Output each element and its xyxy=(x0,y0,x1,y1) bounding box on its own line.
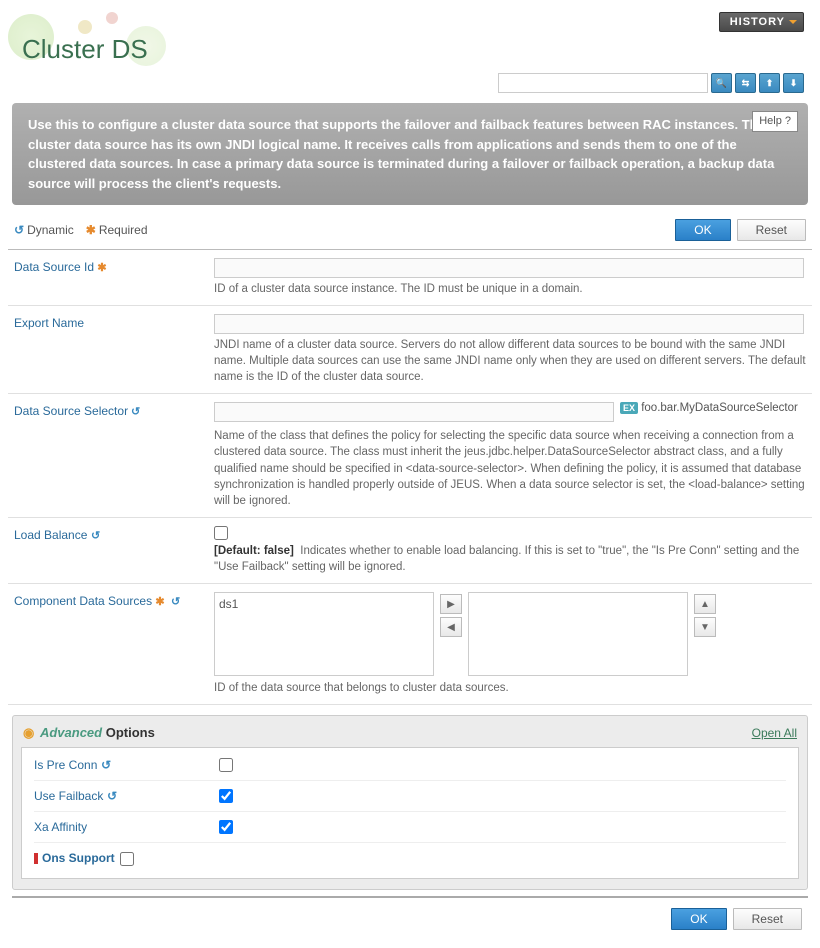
help-data-source-id: ID of a cluster data source instance. Th… xyxy=(214,281,806,297)
legend-required: ✱Required xyxy=(86,223,148,237)
decoration xyxy=(106,12,118,24)
move-down-button[interactable]: ▼ xyxy=(694,617,716,637)
open-all-link[interactable]: Open All xyxy=(752,726,797,740)
intro-text: Use this to configure a cluster data sou… xyxy=(28,117,774,191)
required-icon: ✱ xyxy=(86,223,96,237)
required-icon: ✱ xyxy=(155,596,164,608)
dynamic-icon: ↻ xyxy=(14,223,24,237)
dynamic-icon: ↻ xyxy=(101,758,111,772)
checkbox-load-balance[interactable] xyxy=(214,526,228,540)
advanced-panel: ◉ Advanced Options Open All Is Pre Conn … xyxy=(12,715,808,890)
reset-button[interactable]: Reset xyxy=(737,219,806,241)
help-load-balance: [Default: false] Indicates whether to en… xyxy=(214,543,806,575)
history-button[interactable]: HISTORY xyxy=(719,12,804,32)
export-icon[interactable]: ⇆ xyxy=(735,73,756,93)
advanced-title: ◉ Advanced Options xyxy=(23,725,155,741)
input-data-source-selector[interactable] xyxy=(214,402,614,422)
decoration xyxy=(78,20,92,34)
xml-download-icon[interactable]: ⬇ xyxy=(783,73,804,93)
checkbox-is-pre-conn[interactable] xyxy=(219,758,233,772)
checkbox-use-failback[interactable] xyxy=(219,789,233,803)
available-list[interactable]: ds1 xyxy=(214,592,434,676)
legend-dynamic: ↻Dynamic xyxy=(14,223,74,237)
search-icon[interactable]: 🔍 xyxy=(711,73,732,93)
label-ons-support[interactable]: Ons Support xyxy=(34,851,219,866)
help-data-source-selector: Name of the class that defines the polic… xyxy=(214,428,806,508)
help-export-name: JNDI name of a cluster data source. Serv… xyxy=(214,337,806,385)
checkbox-ons-support[interactable] xyxy=(120,852,134,866)
help-button[interactable]: Help ? xyxy=(752,111,798,132)
label-export-name: Export Name xyxy=(14,314,214,385)
required-icon: ✱ xyxy=(97,262,106,274)
example-text: EX foo.bar.MyDataSourceSelector xyxy=(620,402,798,414)
label-xa-affinity: Xa Affinity xyxy=(34,820,219,834)
dynamic-icon: ↻ xyxy=(107,789,117,803)
list-item[interactable]: ds1 xyxy=(219,597,429,611)
label-use-failback: Use Failback ↻ xyxy=(34,789,219,803)
input-export-name[interactable] xyxy=(214,314,804,334)
badge-icon: ◉ xyxy=(23,725,34,740)
input-data-source-id[interactable] xyxy=(214,258,804,278)
help-component-ds: ID of the data source that belongs to cl… xyxy=(214,680,806,696)
label-data-source-id: Data Source Id ✱ xyxy=(14,258,214,297)
move-left-button[interactable]: ◀ xyxy=(440,617,462,637)
move-up-button[interactable]: ▲ xyxy=(694,594,716,614)
page-title: Cluster DS xyxy=(16,34,148,65)
label-load-balance: Load Balance ↻ xyxy=(14,526,214,575)
ok-button-bottom[interactable]: OK xyxy=(671,908,726,930)
reset-button-bottom[interactable]: Reset xyxy=(733,908,802,930)
xml-upload-icon[interactable]: ⬆ xyxy=(759,73,780,93)
move-right-button[interactable]: ▶ xyxy=(440,594,462,614)
checkbox-xa-affinity[interactable] xyxy=(219,820,233,834)
label-component-ds: Component Data Sources ✱ ↻ xyxy=(14,592,214,696)
label-is-pre-conn: Is Pre Conn ↻ xyxy=(34,758,219,772)
label-data-source-selector: Data Source Selector ↻ xyxy=(14,402,214,508)
dynamic-icon: ↻ xyxy=(171,595,180,608)
dynamic-icon: ↻ xyxy=(131,405,140,418)
selected-list[interactable] xyxy=(468,592,688,676)
expand-icon xyxy=(34,853,38,864)
ok-button[interactable]: OK xyxy=(675,219,730,241)
dynamic-icon: ↻ xyxy=(91,529,100,542)
search-input[interactable] xyxy=(498,73,708,93)
intro-panel: Help ? Use this to configure a cluster d… xyxy=(12,103,808,205)
